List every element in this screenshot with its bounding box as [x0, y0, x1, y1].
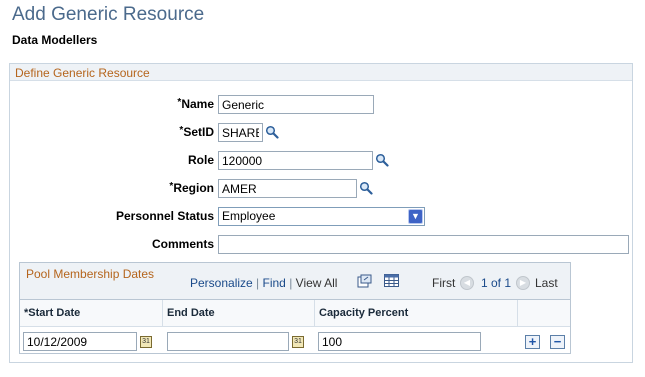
start-date-input[interactable]	[23, 332, 137, 351]
pagination-text: 1 of 1	[481, 276, 512, 290]
toolbar-separator: |	[289, 276, 293, 290]
find-link[interactable]: Find	[263, 276, 286, 290]
end-date-calendar-icon[interactable]: 31	[292, 336, 304, 348]
setid-lookup-icon[interactable]	[265, 125, 279, 139]
start-date-calendar-icon[interactable]: 31	[140, 336, 152, 348]
region-lookup-icon[interactable]	[359, 181, 373, 195]
role-label: Role	[187, 153, 214, 167]
setid-input[interactable]	[218, 123, 263, 142]
add-row-button[interactable]: +	[525, 335, 540, 349]
role-lookup-icon[interactable]	[375, 153, 389, 167]
grid-header: Pool Membership Dates Personalize | Find…	[20, 263, 570, 300]
setid-label: *SetID	[179, 125, 214, 139]
last-label: Last	[535, 276, 558, 290]
personnel-status-select[interactable]: Employee ▼	[218, 207, 425, 226]
region-input[interactable]	[218, 179, 357, 198]
next-arrow-icon: ▶	[516, 276, 530, 290]
delete-row-button[interactable]: −	[550, 335, 565, 349]
download-grid-icon[interactable]	[384, 274, 399, 287]
personalize-link[interactable]: Personalize	[190, 276, 253, 290]
comments-input[interactable]	[218, 235, 629, 254]
previous-arrow-icon: ◀	[460, 276, 474, 290]
first-label: First	[432, 276, 456, 290]
comments-label: Comments	[151, 237, 214, 251]
column-header-start-date[interactable]: *Start Date	[20, 300, 163, 327]
new-window-icon[interactable]	[357, 274, 372, 288]
grid-title: Pool Membership Dates	[26, 267, 155, 281]
personnel-status-label: Personnel Status	[115, 209, 214, 223]
column-header-capacity-percent[interactable]: Capacity Percent	[315, 300, 518, 327]
group-header: Define Generic Resource	[10, 64, 632, 81]
column-header-actions	[518, 300, 570, 327]
region-label: *Region	[169, 181, 214, 195]
grid-toolbar: Personalize | Find | View All	[190, 276, 337, 290]
page-subtitle: Data Modellers	[12, 33, 98, 47]
role-input[interactable]	[218, 151, 373, 170]
end-date-input[interactable]	[167, 332, 289, 351]
capacity-percent-input[interactable]	[318, 332, 481, 351]
name-label: *Name	[177, 97, 214, 111]
name-input[interactable]	[218, 95, 374, 114]
pool-membership-grid: Pool Membership Dates Personalize | Find…	[19, 262, 571, 354]
toolbar-separator: |	[256, 276, 260, 290]
page-title: Add Generic Resource	[12, 4, 205, 25]
chevron-down-icon[interactable]: ▼	[408, 209, 423, 224]
personnel-status-value: Employee	[222, 209, 276, 223]
view-all-link[interactable]: View All	[296, 276, 338, 290]
column-header-end-date[interactable]: End Date	[163, 300, 315, 327]
